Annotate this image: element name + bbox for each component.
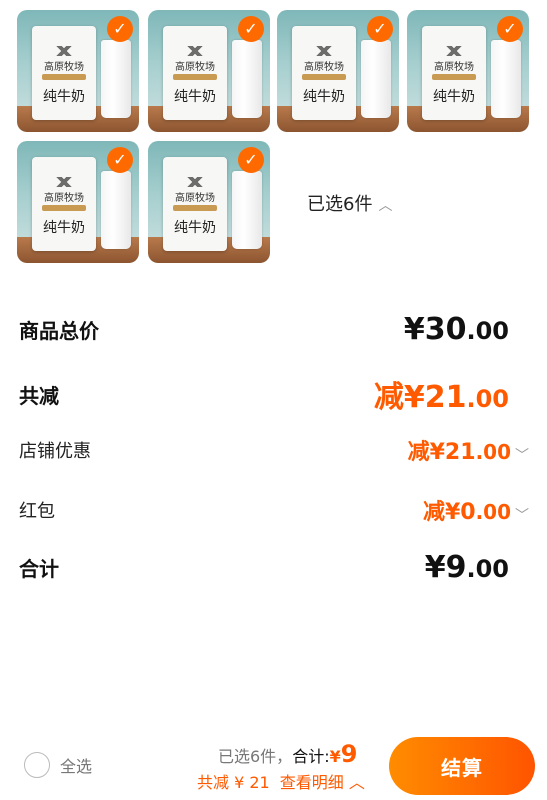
shop-discount-label: 店铺优惠 <box>19 441 91 462</box>
redpacket-label: 红包 <box>19 501 55 522</box>
milk-bag-image: 高原牧场 纯牛奶 <box>292 26 356 120</box>
product-thumbnail[interactable]: 高原牧场 纯牛奶 ✓ <box>17 10 139 132</box>
total-price-label: 商品总价 <box>19 319 99 343</box>
radio-icon[interactable] <box>24 752 50 778</box>
shop-discount-value: 减¥21.00 <box>407 440 511 465</box>
chevron-down-icon: ﹀ <box>515 507 529 524</box>
product-thumbnail[interactable]: 高原牧场 纯牛奶 ✓ <box>148 141 270 263</box>
milk-bag-image: 高原牧场 纯牛奶 <box>32 26 96 120</box>
selected-count-toggle[interactable]: 已选6件 ︿ <box>307 190 392 216</box>
footer-summary: 已选6件，合计:¥9 <box>218 740 357 768</box>
sum-row: 合计 ¥9.00 <box>19 550 509 585</box>
chevron-up-icon: ︿ <box>378 198 393 214</box>
redpacket-value: 减¥0.00 <box>422 500 511 525</box>
checkmark-icon[interactable]: ✓ <box>367 16 393 42</box>
product-thumbnail[interactable]: 高原牧场 纯牛奶 ✓ <box>407 10 529 132</box>
milk-glass-image <box>232 40 262 118</box>
reduction-row: 共减 减¥21.00 <box>19 372 509 416</box>
view-detail-link: 查看明细 <box>279 773 344 792</box>
selected-count-label: 已选6件 <box>307 194 373 215</box>
reduction-label: 共减 <box>19 383 59 408</box>
footer-total-label: 合计: <box>292 747 330 766</box>
footer-selected-text: 已选6件， <box>218 747 293 766</box>
footer-reduction-text: 共减 ¥ 21 <box>197 773 270 792</box>
checkout-button[interactable]: 结算 <box>389 737 535 795</box>
milk-glass-image <box>361 40 391 118</box>
shop-discount-row[interactable]: 店铺优惠 减¥21.00 ﹀ <box>19 434 529 466</box>
total-price-row: 商品总价 ¥30.00 <box>19 312 509 347</box>
redpacket-row[interactable]: 红包 减¥0.00 ﹀ <box>19 494 529 526</box>
milk-bag-image: 高原牧场 纯牛奶 <box>32 157 96 251</box>
sum-value: ¥9.00 <box>424 550 509 585</box>
milk-bag-image: 高原牧场 纯牛奶 <box>163 157 227 251</box>
reduction-value: 减¥21.00 <box>373 380 509 415</box>
chevron-down-icon: ﹀ <box>515 447 529 464</box>
shop-discount-value-wrap: 减¥21.00 ﹀ <box>408 434 529 466</box>
checkmark-icon[interactable]: ✓ <box>238 147 264 173</box>
milk-glass-image <box>491 40 521 118</box>
milk-glass-image <box>232 171 262 249</box>
product-thumbnail[interactable]: 高原牧场 纯牛奶 ✓ <box>148 10 270 132</box>
redpacket-value-wrap: 减¥0.00 ﹀ <box>423 494 529 526</box>
footer-reduction-detail[interactable]: 共减 ¥ 21 查看明细 ︿ <box>197 769 365 793</box>
sum-label: 合计 <box>19 557 59 581</box>
milk-glass-image <box>101 40 131 118</box>
product-thumbnail[interactable]: 高原牧场 纯牛奶 ✓ <box>17 141 139 263</box>
product-thumbnail[interactable]: 高原牧场 纯牛奶 ✓ <box>277 10 399 132</box>
select-all-toggle[interactable]: 全选 <box>24 752 92 778</box>
checkmark-icon[interactable]: ✓ <box>238 16 264 42</box>
checkmark-icon[interactable]: ✓ <box>107 147 133 173</box>
footer-total-amount: ¥9 <box>329 740 358 768</box>
chevron-up-icon: ︿ <box>343 773 365 792</box>
milk-bag-image: 高原牧场 纯牛奶 <box>163 26 227 120</box>
select-all-label: 全选 <box>60 757 93 776</box>
checkmark-icon[interactable]: ✓ <box>107 16 133 42</box>
milk-bag-image: 高原牧场 纯牛奶 <box>422 26 486 120</box>
total-price-value: ¥30.00 <box>403 312 509 347</box>
checkmark-icon[interactable]: ✓ <box>497 16 523 42</box>
milk-glass-image <box>101 171 131 249</box>
